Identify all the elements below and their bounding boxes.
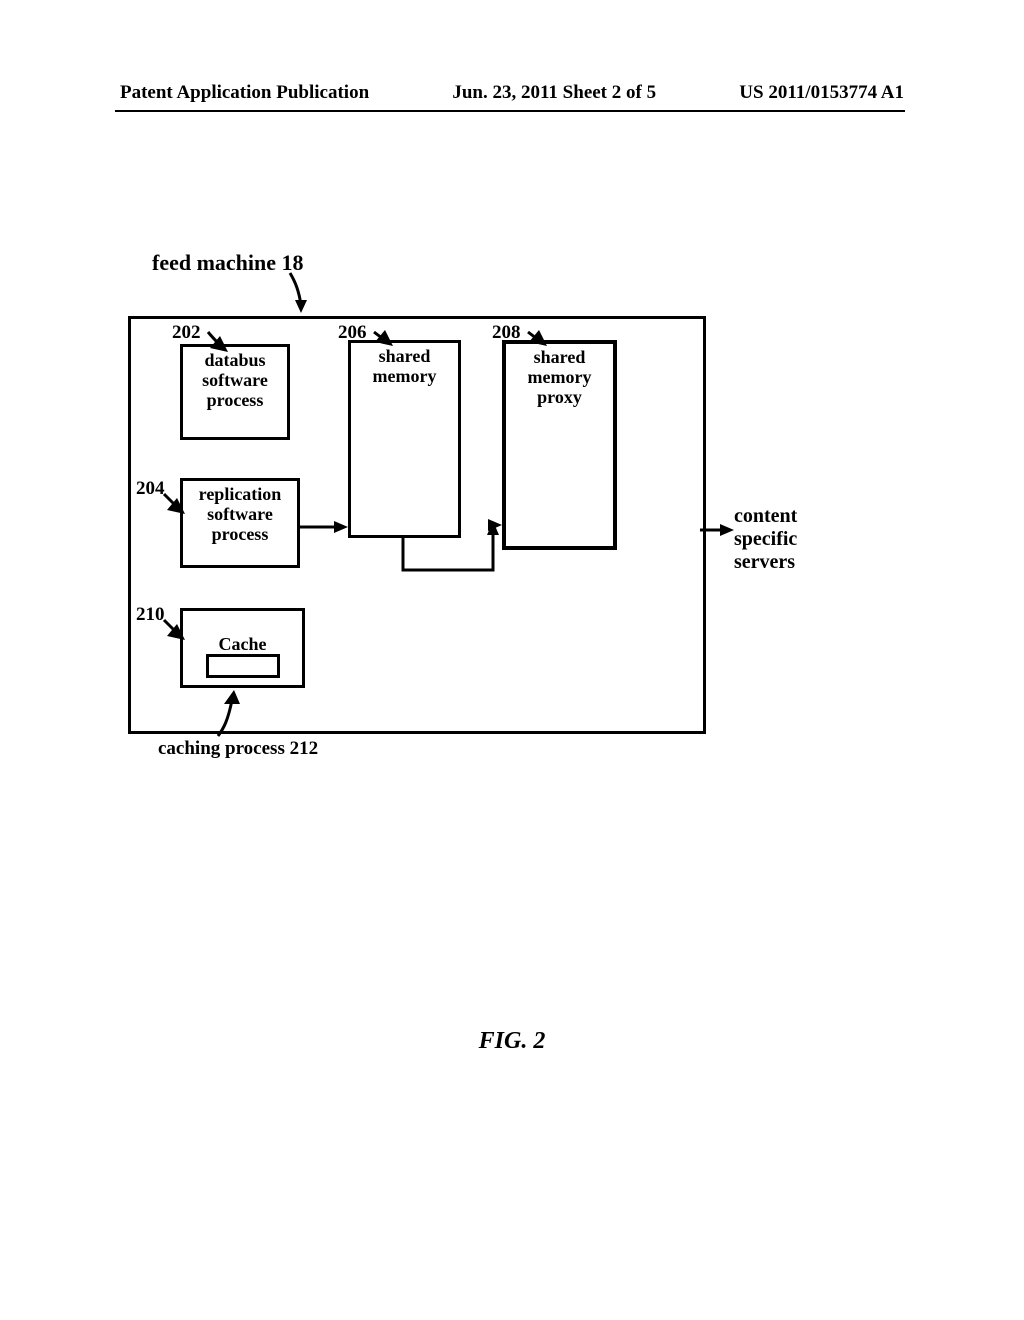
header-publication: Patent Application Publication [120,82,369,104]
diagram-lines [120,250,910,770]
header-rule [115,110,905,112]
figure-caption: FIG. 2 [0,1028,1024,1055]
figure-2-diagram: feed machine 18 202 204 206 208 210 data… [120,250,910,770]
header-pubnumber: US 2011/0153774 A1 [739,82,904,104]
header-date-sheet: Jun. 23, 2011 Sheet 2 of 5 [452,82,656,104]
page-header: Patent Application Publication Jun. 23, … [0,82,1024,104]
